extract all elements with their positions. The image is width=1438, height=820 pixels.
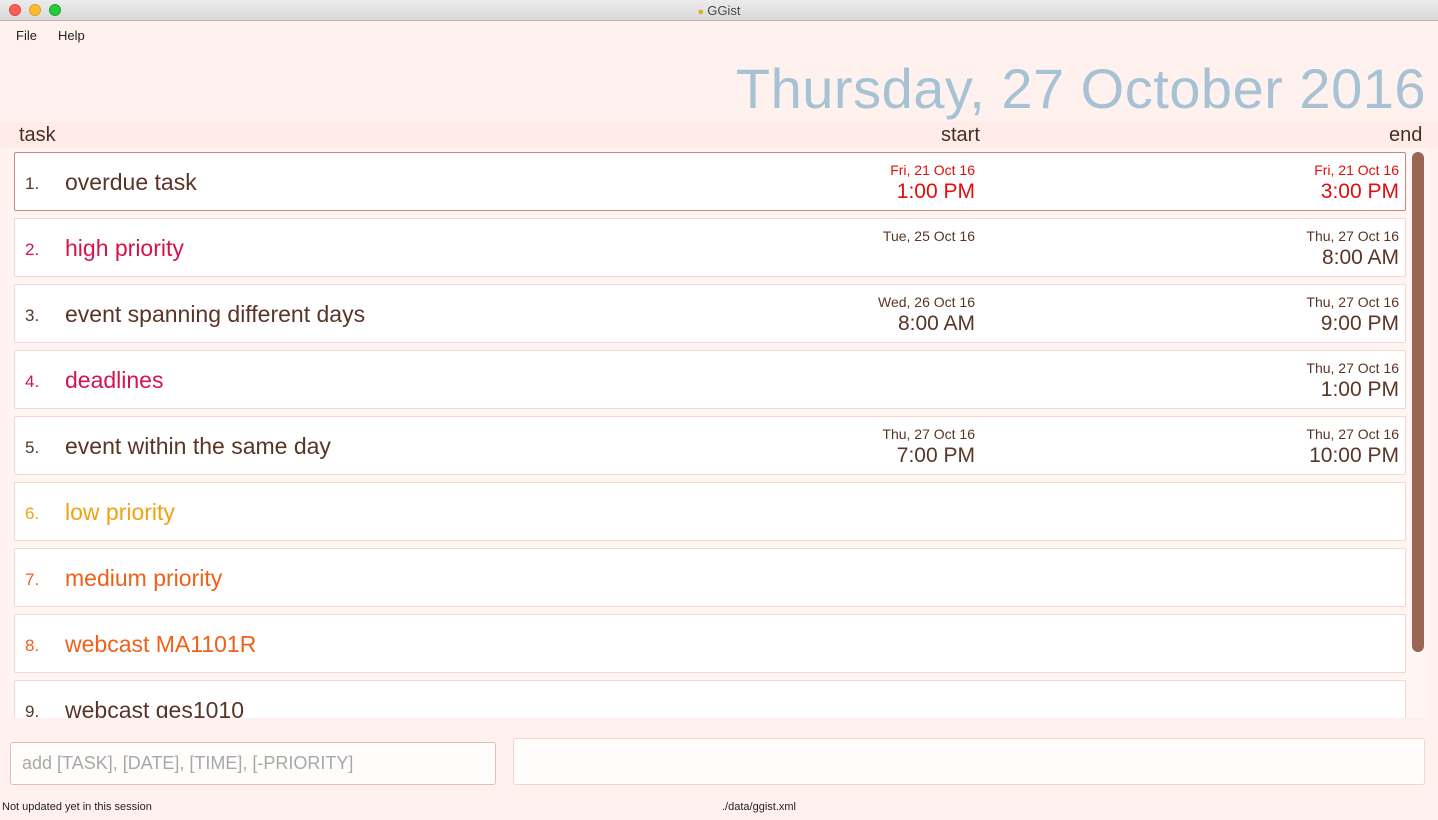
task-index: 8. [25, 636, 40, 655]
task-card[interactable]: 3. event spanning different days Wed, 26… [14, 284, 1406, 343]
task-end-date: Fri, 21 Oct 16 [1314, 162, 1399, 178]
window-title-text: GGist [707, 3, 741, 18]
task-name: medium priority [65, 565, 223, 591]
column-header-band [0, 122, 1438, 148]
task-index: 7. [25, 570, 40, 589]
task-end-time: 8:00 AM [1321, 246, 1399, 269]
task-card[interactable]: 4. deadlines Thu, 27 Oct 16 1:00 PM [14, 350, 1406, 409]
task-end-time: 1:00 PM [1320, 378, 1399, 401]
task-end-time: 3:00 PM [1320, 180, 1399, 203]
column-header-start: start [941, 124, 980, 146]
task-start-time: 8:00 AM [897, 312, 975, 335]
task-card[interactable]: 9. webcast ges1010 [14, 680, 1406, 718]
task-card[interactable]: 5. event within the same day Thu, 27 Oct… [14, 416, 1406, 475]
menu-bar: File Help [0, 21, 1438, 49]
task-start-date: Wed, 26 Oct 16 [877, 294, 975, 310]
save-file-path: ./data/ggist.xml [722, 801, 796, 813]
task-start-date: Tue, 25 Oct 16 [882, 228, 975, 244]
date-heading: Thursday, 27 October 2016 [735, 57, 1426, 120]
task-end-date: Thu, 27 Oct 16 [1306, 294, 1399, 310]
task-index: 2. [25, 240, 40, 259]
result-display [513, 738, 1425, 785]
task-end-date: Thu, 27 Oct 16 [1306, 360, 1399, 376]
task-index: 1. [25, 174, 40, 193]
task-card[interactable]: 1. overdue task Fri, 21 Oct 16 1:00 PM F… [14, 152, 1406, 211]
task-card[interactable]: 7. medium priority [14, 548, 1406, 607]
menu-file[interactable]: File [16, 28, 37, 43]
command-input[interactable] [10, 742, 496, 785]
sync-status: Not updated yet in this session [2, 801, 152, 813]
task-index: 4. [25, 372, 40, 391]
window-title: ● GGist [0, 3, 1438, 18]
task-card[interactable]: 6. low priority [14, 482, 1406, 541]
task-end-time: 10:00 PM [1309, 444, 1399, 467]
task-card[interactable]: 2. high priority Tue, 25 Oct 16 Thu, 27 … [14, 218, 1406, 277]
task-list[interactable]: 1. overdue task Fri, 21 Oct 16 1:00 PM F… [8, 148, 1428, 718]
column-header-end: end [1389, 124, 1423, 146]
task-end-time: 9:00 PM [1320, 312, 1399, 335]
task-name: event within the same day [65, 433, 331, 459]
menu-help[interactable]: Help [58, 28, 85, 43]
column-header-task: task [19, 124, 56, 146]
task-name: high priority [65, 235, 184, 261]
task-index: 5. [25, 438, 40, 457]
window-titlebar: ● GGist [0, 0, 1438, 21]
task-start-time: 7:00 PM [896, 444, 975, 467]
task-card[interactable]: 8. webcast MA1101R [14, 614, 1406, 673]
task-list-scrollbar[interactable] [1412, 152, 1424, 652]
lightbulb-icon: ● [697, 6, 705, 18]
task-name: low priority [65, 499, 175, 525]
task-index: 9. [25, 702, 40, 718]
task-start-date: Fri, 21 Oct 16 [890, 162, 975, 178]
task-start-date: Thu, 27 Oct 16 [882, 426, 975, 442]
task-name: webcast MA1101R [65, 631, 257, 657]
task-name: event spanning different days [65, 301, 366, 327]
task-end-date: Thu, 27 Oct 16 [1306, 426, 1399, 442]
task-name: deadlines [65, 367, 164, 393]
task-start-time: 1:00 PM [896, 180, 975, 203]
task-name: webcast ges1010 [65, 697, 245, 718]
task-name: overdue task [65, 169, 197, 195]
task-index: 6. [25, 504, 40, 523]
task-end-date: Thu, 27 Oct 16 [1306, 228, 1399, 244]
task-index: 3. [25, 306, 40, 325]
